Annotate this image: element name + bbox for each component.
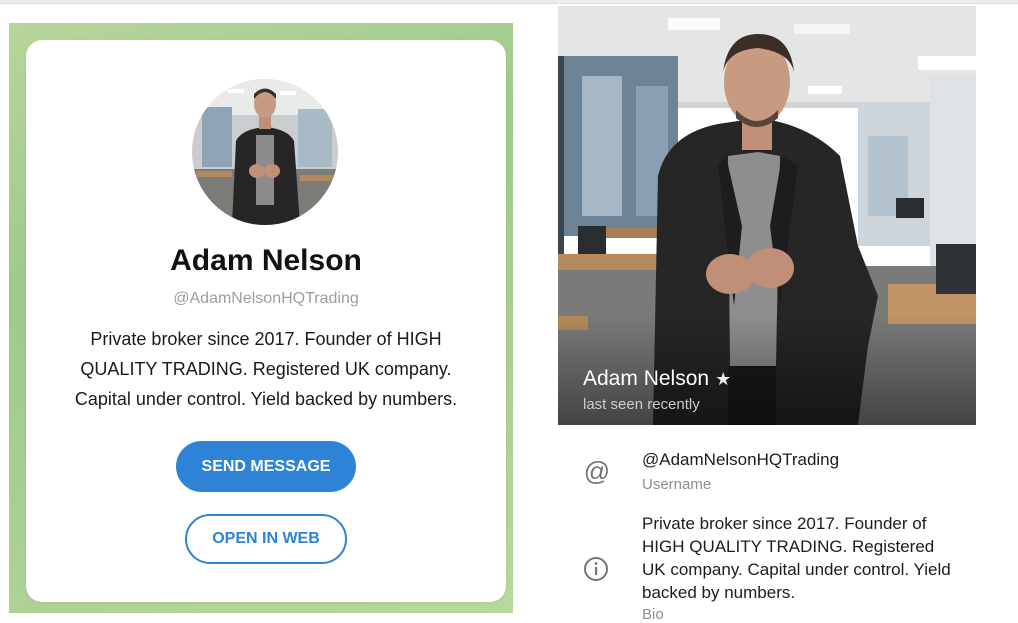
profile-photo-header[interactable]: Adam Nelson ★ last seen recently — [558, 6, 976, 425]
send-message-button[interactable]: SEND MESSAGE — [176, 441, 356, 492]
at-sign-icon: @ — [583, 456, 611, 486]
profile-name: Adam Nelson — [170, 244, 362, 277]
info-username-value[interactable]: @AdamNelsonHQTrading — [642, 450, 839, 470]
profile-bio: Private broker since 2017. Founder of HI… — [74, 329, 458, 409]
profile-header-name: Adam Nelson — [583, 367, 710, 390]
open-in-web-button[interactable]: OPEN IN WEB — [185, 514, 347, 564]
last-seen-status: last seen recently — [583, 396, 700, 413]
star-icon: ★ — [715, 369, 732, 389]
telegram-web-preview: Adam Nelson @AdamNelsonHQTrading Private… — [9, 23, 513, 613]
photo-name-row: Adam Nelson ★ — [583, 367, 731, 391]
avatar — [192, 79, 338, 225]
profile-card: Adam Nelson @AdamNelsonHQTrading Private… — [26, 40, 506, 602]
info-username-label: Username — [642, 476, 712, 493]
info-bio-label: Bio — [642, 606, 664, 623]
info-bio-value[interactable]: Private broker since 2017. Founder of HI… — [642, 512, 962, 604]
profile-username: @AdamNelsonHQTrading — [173, 290, 359, 307]
top-border — [0, 0, 1018, 4]
info-icon — [582, 555, 610, 583]
